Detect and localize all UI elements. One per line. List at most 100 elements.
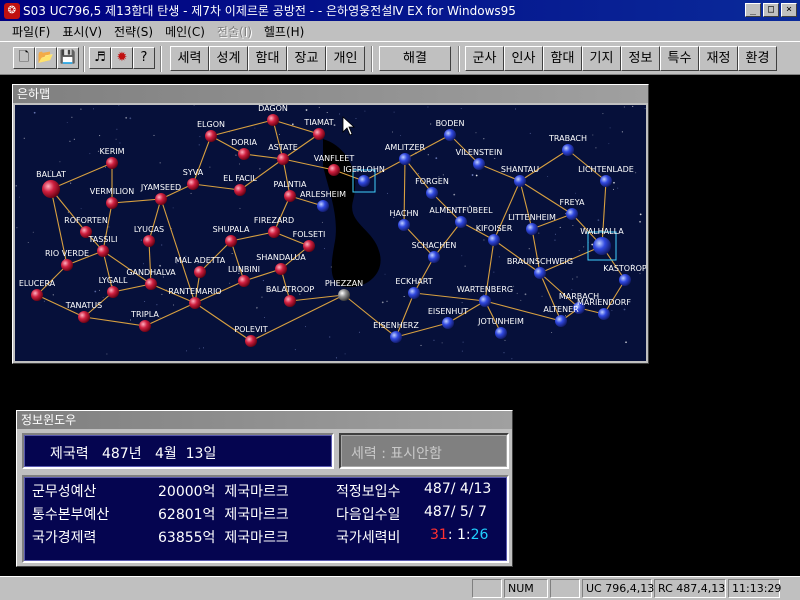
star-system-marker[interactable] bbox=[479, 295, 491, 307]
app-icon[interactable]: ❂ bbox=[4, 2, 20, 19]
star-system-marker[interactable] bbox=[267, 114, 279, 126]
star-system-marker[interactable] bbox=[42, 180, 60, 198]
menu-strategy[interactable]: 전략(S) bbox=[108, 23, 159, 40]
star-system-marker[interactable] bbox=[225, 235, 237, 247]
star-system-marker[interactable] bbox=[284, 295, 296, 307]
personnel-button[interactable]: 인사 bbox=[504, 46, 543, 71]
galaxy-map-canvas[interactable]: DAGON ELGON TIAMAT KERIM ASTATE DORIA VANFLEET… bbox=[15, 105, 646, 361]
star-system-marker[interactable] bbox=[277, 153, 289, 165]
star-system-marker[interactable] bbox=[399, 153, 411, 165]
open-folder-icon[interactable]: 📂 bbox=[35, 47, 57, 69]
help-icon[interactable]: ? bbox=[133, 47, 155, 69]
star-system-marker[interactable] bbox=[31, 289, 43, 301]
galaxy-map[interactable]: DAGON ELGON TIAMAT KERIM ASTATE DORIA VANFLEET… bbox=[15, 105, 646, 361]
star-system-marker[interactable] bbox=[205, 130, 217, 142]
close-button[interactable]: × bbox=[781, 3, 797, 17]
star-system-marker[interactable] bbox=[514, 175, 526, 187]
star-system-marker[interactable] bbox=[442, 317, 454, 329]
star-system-marker[interactable] bbox=[398, 219, 410, 231]
star-system-label: ALMENTFUBEEL bbox=[429, 206, 493, 215]
star-system-marker[interactable] bbox=[143, 235, 155, 247]
new-file-icon[interactable]: 🗋 bbox=[13, 47, 35, 69]
maximize-button[interactable]: □ bbox=[763, 3, 779, 17]
menu-file[interactable]: 파일(F) bbox=[6, 23, 56, 40]
background-star bbox=[261, 296, 263, 298]
menu-view[interactable]: 표시(V) bbox=[56, 23, 108, 40]
star-system-marker[interactable] bbox=[238, 148, 250, 160]
background-star bbox=[498, 256, 500, 258]
faction-button[interactable]: 세력 bbox=[170, 46, 209, 71]
menu-help[interactable]: 헬프(H) bbox=[258, 23, 310, 40]
star-system-marker[interactable] bbox=[408, 287, 420, 299]
star-system-marker[interactable] bbox=[426, 187, 438, 199]
star-system-marker[interactable] bbox=[534, 267, 546, 279]
star-system-marker[interactable] bbox=[238, 275, 250, 287]
star-system-marker[interactable] bbox=[155, 193, 167, 205]
background-star bbox=[511, 358, 513, 360]
star-system-label: BRAUNSCHWEIG bbox=[507, 257, 573, 266]
star-system-marker[interactable] bbox=[78, 311, 90, 323]
star-system-marker[interactable] bbox=[428, 251, 440, 263]
fleet-button[interactable]: 함대 bbox=[248, 46, 287, 71]
star-system-marker[interactable] bbox=[145, 278, 157, 290]
star-system-marker[interactable] bbox=[358, 175, 370, 187]
star-system-marker[interactable] bbox=[107, 286, 119, 298]
star-system-label: ELGON bbox=[197, 120, 225, 129]
background-star bbox=[323, 248, 325, 250]
menu-main[interactable]: 메인(C) bbox=[159, 23, 211, 40]
star-system-marker[interactable] bbox=[566, 208, 578, 220]
star-system-marker[interactable] bbox=[317, 200, 329, 212]
star-system-marker[interactable] bbox=[619, 274, 631, 286]
star-system-marker[interactable] bbox=[313, 128, 325, 140]
star-system-marker[interactable] bbox=[473, 158, 485, 170]
special-button[interactable]: 특수 bbox=[660, 46, 699, 71]
star-system-marker[interactable] bbox=[245, 335, 257, 347]
intel-button[interactable]: 정보 bbox=[621, 46, 660, 71]
numlock-indicator: NUM bbox=[504, 579, 548, 598]
star-system-marker[interactable] bbox=[488, 234, 500, 246]
star-system-marker[interactable] bbox=[562, 144, 574, 156]
star-system-marker[interactable] bbox=[97, 245, 109, 257]
star-system-marker[interactable] bbox=[189, 297, 201, 309]
star-system-marker[interactable] bbox=[555, 315, 567, 327]
star-system-marker[interactable] bbox=[338, 289, 350, 301]
save-disk-icon[interactable]: 💾 bbox=[57, 47, 79, 69]
settings-button[interactable]: 환경 bbox=[738, 46, 777, 71]
star-system-marker[interactable] bbox=[495, 327, 507, 339]
star-system-marker[interactable] bbox=[444, 129, 456, 141]
star-system-marker[interactable] bbox=[598, 308, 610, 320]
star-system-marker[interactable] bbox=[194, 266, 206, 278]
info-window: 정보윈도우 제국력 487년 4월 13일 세력 : 표시안함 군무성예산 20… bbox=[16, 410, 513, 567]
music-note-icon[interactable]: ♬ bbox=[89, 47, 111, 69]
star-system-marker[interactable] bbox=[187, 178, 199, 190]
system-button[interactable]: 성계 bbox=[209, 46, 248, 71]
background-star bbox=[635, 172, 637, 174]
fleet-manage-button[interactable]: 함대 bbox=[543, 46, 582, 71]
emblem-icon[interactable]: ✹ bbox=[111, 47, 133, 69]
star-system-marker[interactable] bbox=[268, 226, 280, 238]
star-system-label: ALTENER bbox=[543, 305, 579, 314]
star-system-marker[interactable] bbox=[328, 164, 340, 176]
officer-button[interactable]: 장교 bbox=[287, 46, 326, 71]
star-system-marker[interactable] bbox=[139, 320, 151, 332]
minimize-button[interactable]: _ bbox=[745, 3, 761, 17]
star-system-marker[interactable] bbox=[526, 223, 538, 235]
star-system-marker[interactable] bbox=[275, 263, 287, 275]
star-system-marker[interactable] bbox=[600, 175, 612, 187]
resolve-button[interactable]: 해결 bbox=[379, 46, 451, 71]
star-system-marker[interactable] bbox=[455, 216, 467, 228]
star-system-marker[interactable] bbox=[284, 190, 296, 202]
personal-button[interactable]: 개인 bbox=[326, 46, 365, 71]
star-system-marker[interactable] bbox=[106, 197, 118, 209]
star-system-marker[interactable] bbox=[593, 237, 611, 255]
star-system-marker[interactable] bbox=[234, 184, 246, 196]
base-button[interactable]: 기지 bbox=[582, 46, 621, 71]
finance-button[interactable]: 재정 bbox=[699, 46, 738, 71]
military-button[interactable]: 군사 bbox=[465, 46, 504, 71]
star-system-marker[interactable] bbox=[106, 157, 118, 169]
faction-display-button[interactable]: 세력 : 표시안함 bbox=[339, 433, 509, 469]
star-system-marker[interactable] bbox=[303, 240, 315, 252]
background-star bbox=[172, 207, 174, 209]
star-system-marker[interactable] bbox=[61, 259, 73, 271]
star-system-marker[interactable] bbox=[390, 331, 402, 343]
